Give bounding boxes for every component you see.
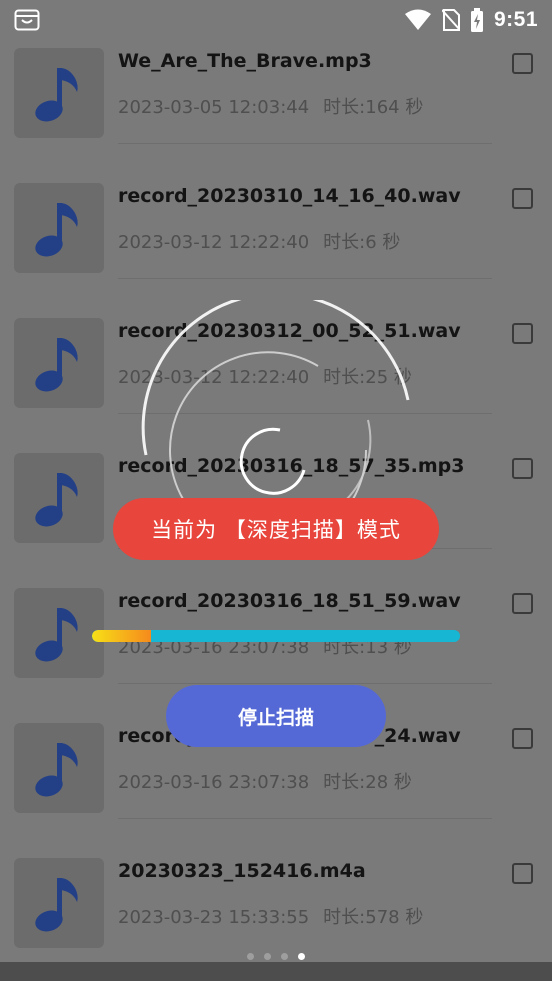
select-checkbox[interactable] [512,53,533,74]
select-checkbox[interactable] [512,458,533,479]
stop-scan-button[interactable]: 停止扫描 [166,685,386,747]
page-dot[interactable] [298,953,305,960]
list-item[interactable]: We_Are_The_Brave.mp3 2023-03-05 12:03:44… [0,0,552,144]
file-duration: 时长:28 秒 [323,772,412,793]
audio-thumbnail [14,453,104,543]
page-dot[interactable] [281,953,288,960]
page-dot[interactable] [247,953,254,960]
scan-progress-fill [92,630,151,642]
file-meta: 2023-03-23 15:33:55 时长:578 秒 [118,903,423,929]
bottom-bar [0,962,552,981]
audio-thumbnail [14,48,104,138]
select-checkbox[interactable] [512,323,533,344]
audio-thumbnail [14,723,104,813]
audio-thumbnail [14,588,104,678]
audio-thumbnail [14,183,104,273]
select-checkbox[interactable] [512,593,533,614]
select-checkbox[interactable] [512,188,533,209]
file-meta: 2023-03-16 23:07:38 时长:28 秒 [118,768,412,794]
file-duration: 时长:6 秒 [323,232,401,253]
file-date: 2023-03-23 15:33:55 [118,907,310,928]
file-name: 20230323_152416.m4a [118,860,366,882]
page-dot[interactable] [264,953,271,960]
file-date: 2023-03-12 12:22:40 [118,232,310,253]
music-note-icon [35,68,78,122]
music-note-icon [35,338,78,392]
list-item[interactable]: 20230323_152416.m4a 2023-03-23 15:33:55 时… [0,810,552,948]
audio-thumbnail [14,318,104,408]
file-duration: 时长:164 秒 [323,97,424,118]
file-meta: 2023-03-12 12:22:40 时长:6 秒 [118,228,400,254]
file-date: 2023-03-05 12:03:44 [118,97,310,118]
music-note-icon [35,473,78,527]
audio-thumbnail [14,858,104,948]
file-name: record_20230310_14_16_40.wav [118,185,461,207]
scan-progress-bar [92,630,460,642]
music-note-icon [35,203,78,257]
music-note-icon [35,608,78,662]
scan-mode-banner: 当前为 【深度扫描】模式 [113,498,439,560]
music-note-icon [35,743,78,797]
file-name: We_Are_The_Brave.mp3 [118,50,372,72]
music-note-icon [35,878,78,932]
select-checkbox[interactable] [512,728,533,749]
file-date: 2023-03-16 23:07:38 [118,772,310,793]
list-item[interactable]: record_20230310_14_16_40.wav 2023-03-12 … [0,135,552,279]
file-duration: 时长:578 秒 [323,907,424,928]
file-meta: 2023-03-05 12:03:44 时长:164 秒 [118,93,423,119]
page-indicator [0,953,552,960]
select-checkbox[interactable] [512,863,533,884]
